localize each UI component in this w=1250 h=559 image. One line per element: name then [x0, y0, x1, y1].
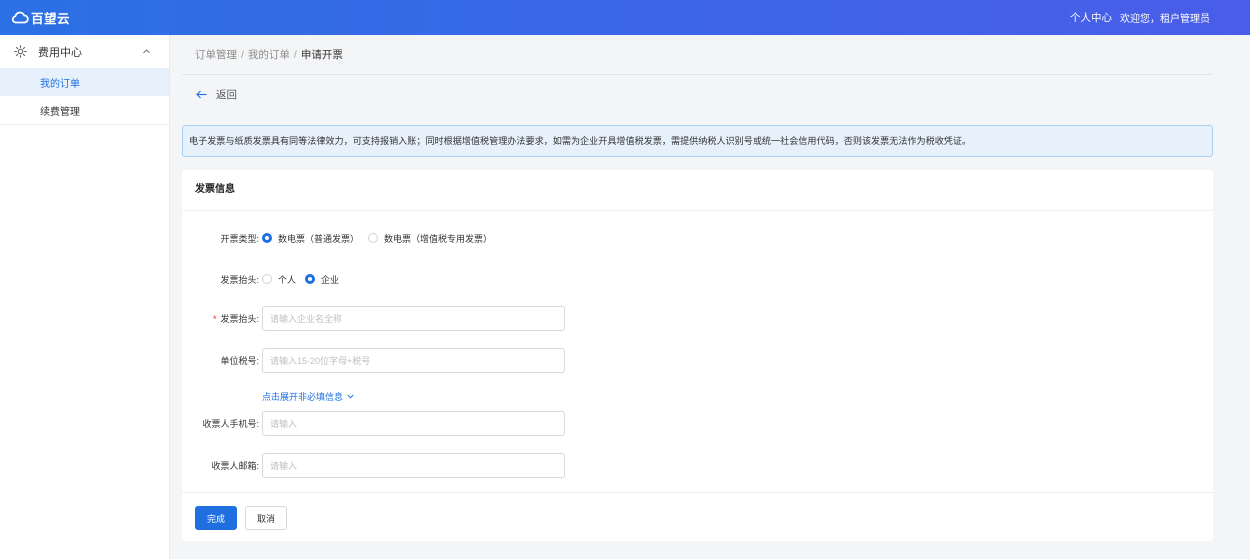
company-name-label-text: 发票抬头: [220, 314, 259, 324]
tax-id-input[interactable] [262, 348, 565, 373]
sidebar-item-renewal[interactable]: 续费管理 [0, 96, 169, 124]
info-notice-text: 电子发票与纸质发票具有同等法律效力，可支持报销入账；同时根据增值税管理办法要求，… [189, 136, 972, 146]
logo[interactable]: 百望云 [11, 7, 70, 27]
chevron-up-icon[interactable] [142, 47, 151, 56]
menu-group-label: 费用中心 [38, 46, 82, 59]
welcome-text: 欢迎您，租户管理员 [1120, 14, 1210, 25]
email-label: 收票人邮箱: [211, 461, 259, 471]
back-button[interactable]: 返回 [196, 87, 237, 102]
title-type-radio-group: 个人 企业 [262, 273, 348, 286]
user-center-link[interactable]: 个人中心 [1070, 10, 1112, 25]
submit-button[interactable]: 完成 [195, 506, 237, 530]
sidebar-item-label: 续费管理 [40, 106, 80, 118]
sidebar: 费用中心 我的订单 续费管理 [0, 35, 170, 559]
radio-circle[interactable] [262, 233, 272, 243]
radio-circle[interactable] [368, 233, 379, 243]
title-type-row: 发票抬头: 个人 企业 [182, 269, 802, 289]
radio-label: 数电票（普通发票） [278, 233, 360, 244]
logo-text: 百望云 [31, 11, 71, 26]
email-control [262, 453, 565, 478]
breadcrumb-item-my-orders[interactable]: 我的订单 [248, 47, 290, 62]
footer-divider [182, 492, 1213, 493]
invoice-card: 发票信息 开票类型: 数电票（普通发票） 数电票（增值税专用发票） 发票抬头: … [182, 170, 1213, 541]
radio-circle[interactable] [262, 274, 272, 284]
phone-control [262, 411, 565, 436]
breadcrumb-separator: / [241, 48, 244, 61]
chevron-down-icon [347, 394, 354, 399]
cancel-button[interactable]: 取消 [245, 506, 287, 530]
expand-optional-label: 点击展开非必填信息 [262, 391, 344, 402]
tax-id-control [262, 348, 565, 373]
radio-label: 个人 [278, 274, 297, 285]
menu-group-title[interactable]: 费用中心 [0, 35, 169, 68]
cloud-icon [11, 11, 29, 24]
company-name-input[interactable] [262, 306, 565, 331]
phone-label: 收票人手机号: [202, 419, 259, 429]
sidebar-item-my-orders[interactable]: 我的订单 [0, 68, 169, 96]
invoice-type-row: 开票类型: 数电票（普通发票） 数电票（增值税专用发票） [182, 228, 802, 248]
back-row: 返回 [182, 76, 1213, 113]
tax-id-label: 单位税号: [220, 356, 259, 366]
radio-label: 企业 [321, 274, 340, 285]
tax-id-row: 单位税号: [182, 348, 802, 373]
invoice-type-radio-normal[interactable]: 数电票（普通发票） [262, 232, 359, 245]
top-bar: 百望云 个人中心 欢迎您，租户管理员 [0, 0, 1250, 35]
company-name-label: * 发票抬头: [182, 312, 259, 325]
required-mark: * [212, 314, 217, 324]
company-name-row: * 发票抬头: [182, 306, 802, 331]
title-type-radio-personal[interactable]: 个人 [262, 273, 296, 286]
breadcrumb-item-order-management[interactable]: 订单管理 [195, 47, 237, 62]
invoice-type-radio-group: 数电票（普通发票） 数电票（增值税专用发票） [262, 232, 501, 245]
phone-row: 收票人手机号: [182, 411, 802, 436]
invoice-type-radio-special[interactable]: 数电票（增值税专用发票） [368, 232, 492, 245]
company-name-control [262, 306, 565, 331]
section-title: 发票信息 [182, 170, 1213, 211]
sun-icon [14, 45, 27, 58]
title-type-radio-company[interactable]: 企业 [305, 273, 339, 286]
phone-input[interactable] [262, 411, 565, 436]
title-type-label: 发票抬头: [220, 274, 259, 285]
breadcrumb-item-current: 申请开票 [300, 49, 343, 61]
menu-group-billing: 费用中心 我的订单 续费管理 [0, 35, 169, 125]
back-label: 返回 [216, 89, 237, 101]
arrow-left-icon [196, 90, 207, 99]
top-right-area: 个人中心 欢迎您，租户管理员 [1070, 0, 1210, 35]
breadcrumb-separator: / [293, 48, 297, 61]
invoice-type-label: 开票类型: [220, 233, 259, 244]
email-row: 收票人邮箱: [182, 453, 802, 478]
radio-circle[interactable] [305, 274, 316, 284]
breadcrumb: 订单管理 / 我的订单 / 申请开票 [182, 35, 1213, 75]
radio-label: 数电票（增值税专用发票） [384, 233, 493, 244]
email-input[interactable] [262, 453, 565, 478]
sidebar-item-label: 我的订单 [40, 78, 80, 90]
expand-optional-link[interactable]: 点击展开非必填信息 [262, 388, 354, 404]
info-notice: 电子发票与纸质发票具有同等法律效力，可支持报销入账；同时根据增值税管理办法要求，… [182, 125, 1213, 157]
